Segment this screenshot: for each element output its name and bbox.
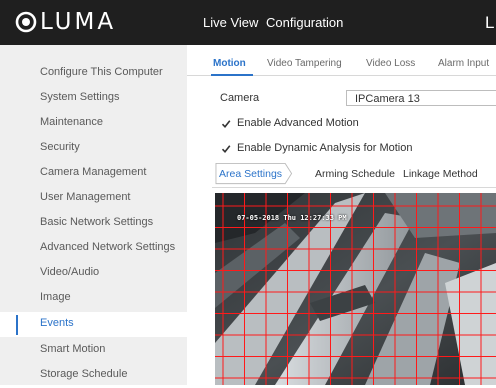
sidebar-item-user-management[interactable]: User Management (0, 186, 187, 211)
motion-settings-tabs: Area Settings Arming Schedule Linkage Me… (212, 163, 496, 188)
tab-arming-schedule[interactable]: Arming Schedule (315, 163, 395, 185)
camera-select[interactable]: IPCamera 13 (346, 90, 496, 106)
tab-linkage-method[interactable]: Linkage Method (403, 163, 478, 185)
tab-video-tampering[interactable]: Video Tampering (267, 58, 342, 69)
enable-advanced-motion-label: Enable Advanced Motion (237, 117, 359, 129)
sidebar-item-label: User Management (40, 191, 131, 203)
checkmark-icon (221, 145, 231, 154)
sidebar-item-image[interactable]: Image (0, 286, 187, 311)
tab-alarm-input[interactable]: Alarm Input (438, 58, 489, 69)
logo[interactable]: LUMA (14, 8, 116, 36)
sidebar-item-basic-network-settings[interactable]: Basic Network Settings (0, 211, 187, 236)
active-tab-indicator (211, 74, 253, 76)
sidebar-item-label: Storage Schedule (40, 368, 128, 380)
top-bar: LUMA Live View Configuration L (0, 0, 496, 45)
luma-ring-icon (14, 10, 38, 34)
sidebar-item-camera-management[interactable]: Camera Management (0, 161, 187, 186)
sidebar-item-label: Advanced Network Settings (40, 241, 176, 253)
event-tabs: Motion Video Tampering Video Loss Alarm … (187, 45, 496, 76)
sidebar-item-video-audio[interactable]: Video/Audio (0, 261, 187, 286)
nav-live-view[interactable]: Live View (203, 0, 258, 45)
sidebar-item-system-settings[interactable]: System Settings (0, 86, 187, 111)
sidebar-item-storage-schedule[interactable]: Storage Schedule (0, 363, 187, 388)
sidebar-item-maintenance[interactable]: Maintenance (0, 111, 187, 136)
enable-dynamic-analysis-checkbox[interactable] (221, 144, 231, 154)
sidebar-item-label: Maintenance (40, 116, 103, 128)
sidebar-item-label: Camera Management (40, 166, 147, 178)
sidebar-item-security[interactable]: Security (0, 136, 187, 161)
osd-timestamp: 07-05-2018 Thu 12:27:33 PM (237, 214, 347, 222)
sidebar-item-label: Video/Audio (40, 266, 100, 278)
video-preview[interactable]: 07-05-2018 Thu 12:27:33 PM (215, 193, 496, 385)
sidebar-item-label: Events (40, 317, 74, 329)
sidebar-item-configure-this-computer[interactable]: Configure This Computer (0, 61, 187, 86)
logo-text: LUMA (40, 9, 117, 35)
sidebar-item-label: System Settings (40, 91, 120, 103)
sidebar-item-events[interactable]: Events (0, 312, 187, 337)
sidebar-item-label: Basic Network Settings (40, 216, 154, 228)
sidebar-item-label: Smart Motion (40, 343, 106, 355)
sidebar-item-smart-motion[interactable]: Smart Motion (0, 338, 187, 363)
sidebar-item-label: Security (40, 141, 80, 153)
sidebar-item-label: Image (40, 291, 71, 303)
sidebar: Configure This Computer System Settings … (0, 45, 187, 385)
enable-dynamic-analysis-label: Enable Dynamic Analysis for Motion (237, 142, 413, 154)
tab-video-loss[interactable]: Video Loss (366, 58, 415, 69)
tab-motion[interactable]: Motion (213, 58, 246, 69)
user-menu[interactable]: L (485, 0, 494, 45)
checkmark-icon (221, 120, 231, 129)
sidebar-item-label: Configure This Computer (40, 66, 163, 78)
nav-configuration[interactable]: Configuration (266, 0, 343, 45)
sidebar-item-advanced-network-settings[interactable]: Advanced Network Settings (0, 236, 187, 261)
tab-area-settings[interactable]: Area Settings (219, 163, 282, 185)
enable-advanced-motion-checkbox[interactable] (221, 119, 231, 129)
camera-label: Camera (220, 92, 260, 104)
